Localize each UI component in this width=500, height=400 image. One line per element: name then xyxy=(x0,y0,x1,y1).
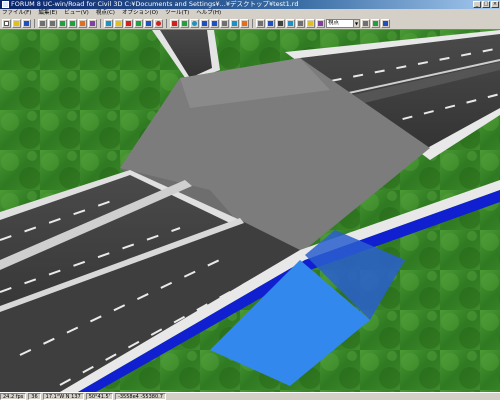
toolbar-separator xyxy=(34,19,35,28)
menu-view[interactable]: ビュー(V) xyxy=(64,9,89,18)
info-icon[interactable] xyxy=(266,19,275,28)
model-icon[interactable] xyxy=(104,19,113,28)
undo-icon[interactable] xyxy=(38,19,47,28)
settings-icon[interactable] xyxy=(296,19,305,28)
road-icon[interactable] xyxy=(58,19,67,28)
status-cell-4: 50°41.5' xyxy=(85,393,114,400)
maximize-button[interactable]: □ xyxy=(482,1,490,8)
3d-viewport[interactable] xyxy=(0,30,500,392)
new-file-icon[interactable] xyxy=(2,19,11,28)
save-icon[interactable] xyxy=(22,19,31,28)
toolbar-separator xyxy=(166,19,167,28)
help-icon[interactable] xyxy=(381,19,390,28)
pan-icon[interactable] xyxy=(220,19,229,28)
simulation-icon[interactable] xyxy=(144,19,153,28)
status-bar: 24.2 fps 36 17.1°W N 137 50°41.5' -3558e… xyxy=(0,392,500,400)
window-title: FORUM 8 UC-win/Road for Civil 3D C:¥Docu… xyxy=(11,0,299,8)
stop-icon[interactable] xyxy=(170,19,179,28)
camera-icon[interactable] xyxy=(256,19,265,28)
rotate-icon[interactable] xyxy=(210,19,219,28)
screenshot-icon[interactable] xyxy=(286,19,295,28)
close-button[interactable]: × xyxy=(491,1,499,8)
terrain-icon[interactable] xyxy=(68,19,77,28)
fly-icon[interactable] xyxy=(230,19,239,28)
viewpoint-select[interactable]: 視点 ▼ xyxy=(326,19,360,28)
menu-tools[interactable]: ツール(T) xyxy=(165,9,189,18)
object-icon[interactable] xyxy=(124,19,133,28)
toolbar-separator xyxy=(252,19,253,28)
title-bar: FORUM 8 UC-win/Road for Civil 3D C:¥Docu… xyxy=(0,0,500,9)
menu-help[interactable]: ヘルプ(H) xyxy=(196,9,221,18)
status-cell-5: -3558e4 -55380.7 xyxy=(115,393,166,400)
drive-icon[interactable] xyxy=(240,19,249,28)
toolbar-separator xyxy=(100,19,101,28)
intersection-icon[interactable] xyxy=(88,19,97,28)
menu-edit[interactable]: 編集(E) xyxy=(38,9,57,18)
texture-icon[interactable] xyxy=(114,19,123,28)
menu-camera[interactable]: 視点(C) xyxy=(96,9,115,18)
minimize-button[interactable]: _ xyxy=(473,1,481,8)
redo-icon[interactable] xyxy=(48,19,57,28)
status-fps: 24.2 fps xyxy=(0,393,27,400)
menu-bar: ファイル(F) 編集(E) ビュー(V) 視点(C) オプション(O) ツール(… xyxy=(0,9,500,18)
pause-icon[interactable] xyxy=(276,19,285,28)
status-cell-2: 36 xyxy=(28,393,41,400)
layer-icon[interactable] xyxy=(78,19,87,28)
move-icon[interactable] xyxy=(200,19,209,28)
play-icon[interactable] xyxy=(180,19,189,28)
lighting-icon[interactable] xyxy=(306,19,315,28)
menu-file[interactable]: ファイル(F) xyxy=(2,9,31,18)
view-mode-icon[interactable] xyxy=(316,19,325,28)
open-folder-icon[interactable] xyxy=(12,19,21,28)
scenario-icon[interactable] xyxy=(134,19,143,28)
toolbar: 視点 ▼ xyxy=(0,18,500,30)
go-icon[interactable] xyxy=(361,19,370,28)
menu-options[interactable]: オプション(O) xyxy=(122,9,158,18)
app-icon xyxy=(2,1,9,8)
status-cell-3: 17.1°W N 137 xyxy=(42,393,84,400)
zoom-icon[interactable] xyxy=(190,19,199,28)
viewpoint-select-value: 視点 xyxy=(328,20,340,26)
record-icon[interactable] xyxy=(154,19,163,28)
chevron-down-icon: ▼ xyxy=(353,20,359,27)
flag-icon[interactable] xyxy=(371,19,380,28)
